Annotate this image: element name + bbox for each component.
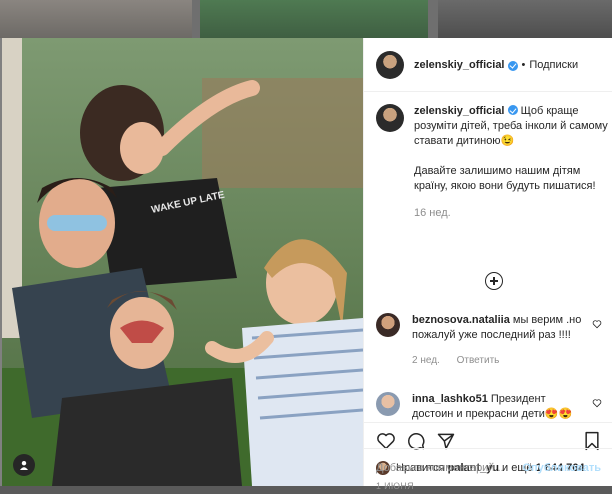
add-comment-bar: Опубликовать — [364, 448, 612, 486]
comment-input[interactable] — [376, 461, 523, 474]
post-header: zelenskiy_official • Подписки — [364, 38, 612, 92]
verified-badge-icon — [507, 60, 518, 71]
background-thumbnail — [0, 0, 192, 38]
commenter-avatar[interactable] — [376, 313, 400, 337]
post-modal: WAKE UP LATE zelenskiy_official • Подпис… — [2, 38, 612, 491]
background-thumbnail — [200, 0, 428, 38]
comment-meta: 2 нед. Ответить — [412, 353, 587, 368]
comment-item: inna_lashko51 Президент достоин и прекра… — [376, 392, 608, 422]
author-avatar[interactable] — [376, 104, 404, 132]
comment-author[interactable]: beznosova.nataliia — [412, 314, 510, 326]
comment-author[interactable]: inna_lashko51 — [412, 393, 488, 405]
caption-text-line2: Давайте залишимо нашим дітям країну, яко… — [414, 165, 596, 192]
post-photo[interactable]: WAKE UP LATE — [2, 38, 363, 486]
comment-time[interactable]: 2 нед. — [412, 355, 440, 366]
post-side-panel: zelenskiy_official • Подписки zelenskiy_… — [363, 38, 612, 491]
publish-button[interactable]: Опубликовать — [522, 462, 601, 474]
heart-icon[interactable] — [592, 319, 602, 329]
caption-body: zelenskiy_official Щоб краще розуміти ді… — [414, 104, 611, 221]
load-more-comments-button[interactable] — [485, 272, 503, 290]
user-tag-button[interactable] — [13, 454, 35, 476]
separator-dot: • — [521, 58, 526, 71]
caption-author[interactable]: zelenskiy_official — [414, 105, 505, 117]
caption-time[interactable]: 16 нед. — [414, 206, 611, 221]
comments-section: zelenskiy_official Щоб краще розуміти ді… — [364, 92, 612, 491]
commenter-avatar[interactable] — [376, 392, 400, 416]
heart-icon[interactable] — [592, 398, 602, 408]
background-thumbnail — [438, 0, 612, 38]
family-photo-illustration: WAKE UP LATE — [2, 38, 363, 486]
author-username[interactable]: zelenskiy_official — [414, 59, 505, 71]
background-feed — [0, 0, 612, 38]
following-button[interactable]: Подписки — [529, 59, 578, 71]
reply-button[interactable]: Ответить — [457, 355, 500, 366]
post-caption: zelenskiy_official Щоб краще розуміти ді… — [376, 104, 611, 221]
comment-body: beznosova.nataliia мы верим .но пожалуй … — [412, 313, 587, 368]
user-tag-icon — [20, 461, 28, 470]
author-avatar[interactable] — [376, 50, 404, 79]
verified-badge-icon — [507, 105, 518, 115]
comment-body: inna_lashko51 Президент достоин и прекра… — [412, 392, 587, 422]
comment-item: beznosova.nataliia мы верим .но пожалуй … — [376, 313, 608, 368]
